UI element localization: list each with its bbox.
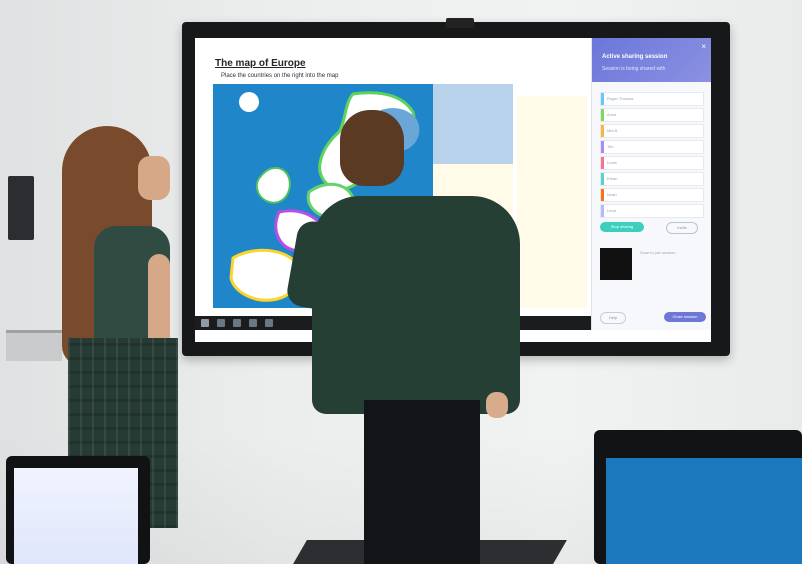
boy-sweater — [312, 196, 520, 414]
user-color-bar — [601, 109, 604, 121]
user-row[interactable]: Roger Thomas — [600, 92, 704, 106]
user-name: Tim — [607, 144, 614, 149]
user-color-bar — [601, 141, 604, 153]
user-color-bar — [601, 157, 604, 169]
wall-control-panel — [8, 176, 34, 240]
sharing-panel-title: Active sharing session — [602, 54, 668, 60]
user-name: Roger Thomas — [607, 96, 634, 101]
session-user-list: Roger Thomas Anna Mia B. Tim Lucia Ethan… — [600, 92, 704, 220]
user-name: Noah — [607, 192, 617, 197]
user-name: Anna — [607, 112, 617, 117]
user-row[interactable]: Tim — [600, 140, 704, 154]
monitor-screen-right — [606, 458, 802, 564]
user-row[interactable]: Mia B. — [600, 124, 704, 138]
task-view-icon[interactable] — [233, 319, 241, 327]
user-name: Mia B. — [607, 128, 619, 133]
stop-sharing-button[interactable]: Stop sharing — [600, 222, 644, 232]
user-color-bar — [601, 205, 604, 217]
qr-note: Scan to join session — [640, 250, 676, 255]
lesson-instructions: Place the countries on the right into th… — [221, 73, 339, 79]
user-color-bar — [601, 93, 604, 105]
user-name: Lena — [607, 208, 616, 213]
user-row[interactable]: Noah — [600, 188, 704, 202]
user-row[interactable]: Anna — [600, 108, 704, 122]
sharing-panel-header: × Active sharing session Session is bein… — [592, 38, 711, 82]
boy-hand — [486, 392, 508, 418]
lesson-title: The map of Europe — [215, 58, 306, 69]
close-session-button[interactable]: Close session — [664, 312, 706, 322]
close-icon[interactable]: × — [701, 42, 706, 51]
display-camera — [446, 18, 474, 28]
start-icon[interactable] — [201, 319, 209, 327]
country-pieces-area[interactable] — [517, 96, 587, 308]
user-row[interactable]: Ethan — [600, 172, 704, 186]
sharing-panel: × Active sharing session Session is bein… — [591, 38, 711, 330]
invite-button[interactable]: Invite — [666, 222, 698, 234]
user-color-bar — [601, 125, 604, 137]
user-color-bar — [601, 173, 604, 185]
boy-pants — [364, 400, 480, 564]
sharing-panel-subtitle: Session is being shared with — [602, 66, 666, 72]
boy-head — [340, 110, 404, 186]
help-button[interactable]: Help — [600, 312, 626, 324]
user-name: Lucia — [607, 160, 617, 165]
user-row[interactable]: Lucia — [600, 156, 704, 170]
browser-icon[interactable] — [265, 319, 273, 327]
qr-code — [600, 248, 632, 280]
search-icon[interactable] — [217, 319, 225, 327]
user-color-bar — [601, 189, 604, 201]
girl-face — [138, 156, 170, 200]
user-row[interactable]: Lena — [600, 204, 704, 218]
laptop-screen-left — [14, 468, 138, 564]
desk-edge-left — [6, 330, 62, 361]
user-name: Ethan — [607, 176, 618, 181]
folder-icon[interactable] — [249, 319, 257, 327]
